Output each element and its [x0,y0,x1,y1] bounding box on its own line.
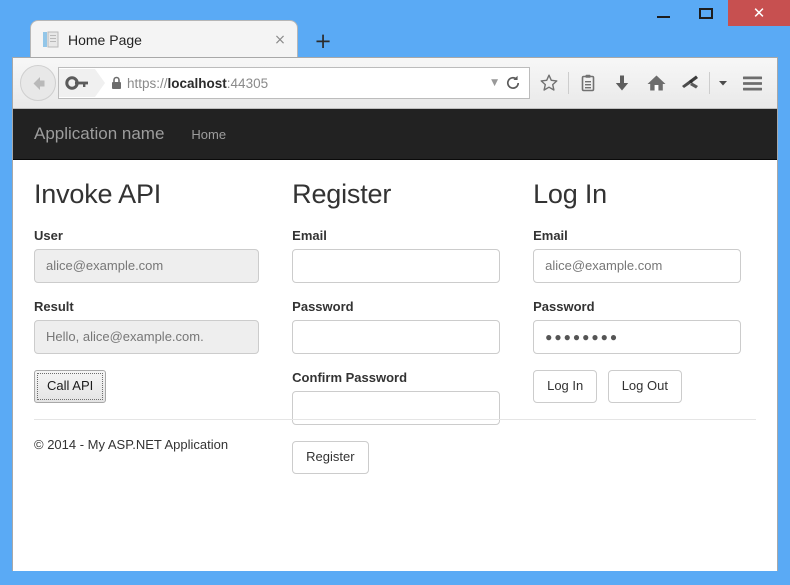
logout-button[interactable]: Log Out [607,369,682,403]
result-input[interactable] [34,319,260,354]
close-icon: ✕ [752,3,766,22]
pocket-button[interactable] [673,66,707,100]
login-title: Log In [533,179,607,209]
reading-list-button[interactable] [571,66,605,100]
columns-row: Invoke API User Result Call API Register… [34,160,756,474]
browser-window: https://localhost:44305 ▼ Application na… [12,57,778,571]
url-scheme: https:// [127,75,168,91]
minimize-icon [656,16,670,18]
url-host: localhost [167,75,227,91]
web-page-content: Application name Home Invoke API User Re… [13,109,777,571]
user-input[interactable] [34,248,260,283]
back-button[interactable] [20,65,56,101]
call-api-button[interactable]: Call API [34,369,107,403]
reload-icon [506,75,520,89]
hamburger-menu-icon [742,76,762,90]
register-confirm-password-input[interactable] [292,390,501,425]
browser-tab[interactable]: Home Page × [30,20,298,58]
url-port: :44305 [226,75,269,91]
home-icon [647,75,665,91]
browser-toolbar: https://localhost:44305 ▼ [13,58,777,109]
footer-divider [34,418,756,420]
login-password-label: Password [533,298,595,314]
register-confirm-password-label: Confirm Password [292,369,408,385]
result-label: Result [34,298,74,314]
bookmark-star-button[interactable] [532,66,566,100]
register-email-label: Email [292,227,327,243]
login-button[interactable]: Log In [533,369,598,403]
nav-link-home[interactable]: Home [191,127,226,142]
login-email-label: Email [533,227,568,243]
chevron-down-icon [719,81,727,86]
register-email-input[interactable] [292,248,501,283]
user-label: User [34,227,63,243]
register-password-input[interactable] [292,319,501,354]
reading-list-icon [581,74,595,92]
toolbar-icons [532,66,770,100]
chevron-down-icon[interactable]: ▼ [487,78,505,88]
overflow-menu-button[interactable] [712,66,734,100]
toolbar-separator [568,72,569,94]
home-button[interactable] [639,66,673,100]
tab-strip: Home Page × + [12,20,775,58]
login-column: Log In Email Password Log In Log Out [515,174,756,474]
login-password-input[interactable] [533,319,742,354]
back-arrow-icon [33,76,44,90]
navbar-brand[interactable]: Application name [34,124,164,144]
invoke-api-column: Invoke API User Result Call API [34,174,274,474]
register-button[interactable]: Register [292,440,369,474]
login-email-input[interactable] [533,248,742,283]
toolbar-separator-2 [709,72,710,94]
page-container: Invoke API User Result Call API Register… [13,160,777,474]
tab-close-icon[interactable]: × [271,31,289,49]
url-bar[interactable]: https://localhost:44305 ▼ [58,67,530,99]
page-icon [43,31,59,48]
desktop-background: ✕ Home Page × + https://localhost:44305 … [0,0,790,585]
maximize-icon [699,7,713,19]
register-column: Register Email Password Confirm Password… [274,174,515,474]
register-title: Register [292,179,392,209]
hamburger-menu-button[interactable] [734,66,770,100]
tab-title: Home Page [68,31,142,48]
bookmark-star-icon [540,74,558,91]
downloads-button[interactable] [605,66,639,100]
key-icon [65,76,88,90]
site-navbar: Application name Home [13,109,777,160]
reload-button[interactable] [505,75,529,91]
lock-icon [112,76,121,89]
register-password-label: Password [292,298,354,314]
invoke-api-title: Invoke API [34,179,162,209]
downloads-icon [615,75,629,91]
identity-box[interactable] [59,69,105,97]
footer-copyright: © 2014 - My ASP.NET Application [34,436,229,452]
pocket-icon [682,75,698,89]
url-text[interactable]: https://localhost:44305 [127,76,487,91]
new-tab-button[interactable]: + [310,28,336,54]
